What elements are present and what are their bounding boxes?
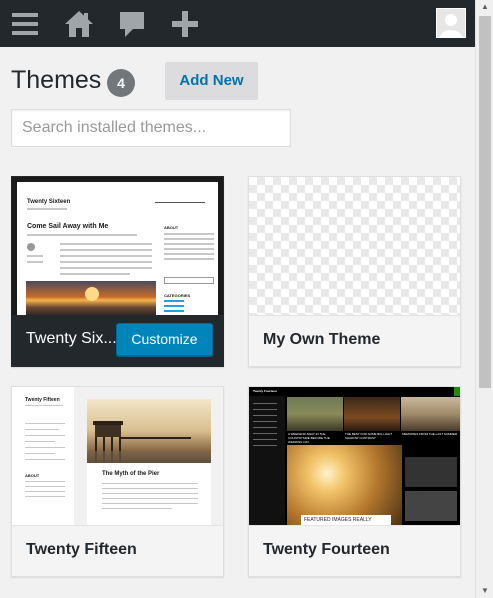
theme-footer: Twenty Fourteen	[249, 525, 460, 576]
add-new-button[interactable]: Add New	[165, 62, 258, 100]
scroll-thumb[interactable]	[479, 16, 491, 388]
preview-site-title: Twenty Sixteen	[27, 199, 71, 205]
vertical-scrollbar[interactable]: ▲ ▼	[475, 0, 493, 598]
theme-screenshot-placeholder[interactable]	[249, 177, 460, 316]
preview-sidebar-heading: ABOUT	[25, 473, 40, 478]
preview-site-title: Twenty Fourteen	[253, 389, 277, 393]
scroll-up-arrow-icon[interactable]: ▲	[476, 0, 493, 14]
preview-caption-1: A WEEKEND AWAY IN THE COUNTRYSIDE BEFORE…	[287, 431, 343, 443]
theme-name: Twenty Fourteen	[263, 541, 390, 558]
theme-card-my-own-theme[interactable]: My Own Theme	[248, 176, 461, 367]
theme-name: Twenty Fifteen	[26, 541, 137, 558]
menu-icon[interactable]	[9, 8, 41, 40]
page-title: Themes	[11, 66, 102, 94]
customize-button[interactable]: Customize	[116, 323, 213, 356]
preview-sidebar-heading: ABOUT	[164, 225, 179, 230]
theme-footer: Twenty Fifteen	[12, 525, 223, 576]
preview-categories-heading: CATEGORIES	[164, 293, 191, 298]
preview-post-title: The Myth of the Pier	[102, 471, 160, 477]
preview-post-title: Come Sail Away with Me	[27, 223, 109, 230]
theme-screenshot[interactable]: Twenty Sixteen Come Sail Away with Me AB…	[12, 177, 223, 316]
plus-icon[interactable]	[169, 8, 201, 40]
avatar[interactable]	[436, 8, 466, 38]
theme-footer: My Own Theme	[249, 315, 460, 366]
theme-name: My Own Theme	[263, 331, 381, 348]
theme-card-twenty-sixteen[interactable]: Twenty Sixteen Come Sail Away with Me AB…	[11, 176, 224, 367]
preview-caption-3: MEMORIES FROM THE LAST SUMMER	[401, 431, 460, 443]
theme-name: Twenty Six...	[26, 330, 117, 347]
comment-icon[interactable]	[116, 8, 148, 40]
user-avatar-icon	[440, 14, 462, 37]
admin-bar	[0, 0, 475, 47]
preview-caption-2: THE BEST FOR SOME BIG LIGHT SHADOW CONTR…	[344, 431, 400, 443]
theme-screenshot[interactable]: Twenty Fifteen ABOUT The Myth of the Pie…	[12, 387, 223, 526]
preview-site-title: Twenty Fifteen	[25, 397, 60, 403]
theme-footer: Twenty Six... Customize	[12, 315, 223, 366]
search-input[interactable]	[11, 109, 291, 147]
theme-card-twenty-fourteen[interactable]: Twenty Fourteen A WEEKEND AWAY IN THE CO…	[248, 386, 461, 577]
scroll-down-arrow-icon[interactable]: ▼	[476, 584, 493, 598]
theme-card-twenty-fifteen[interactable]: Twenty Fifteen ABOUT The Myth of the Pie…	[11, 386, 224, 577]
home-icon[interactable]	[63, 8, 95, 40]
theme-count-badge: 4	[107, 69, 135, 97]
pier-image	[87, 421, 211, 463]
theme-screenshot[interactable]: Twenty Fourteen A WEEKEND AWAY IN THE CO…	[249, 387, 460, 526]
